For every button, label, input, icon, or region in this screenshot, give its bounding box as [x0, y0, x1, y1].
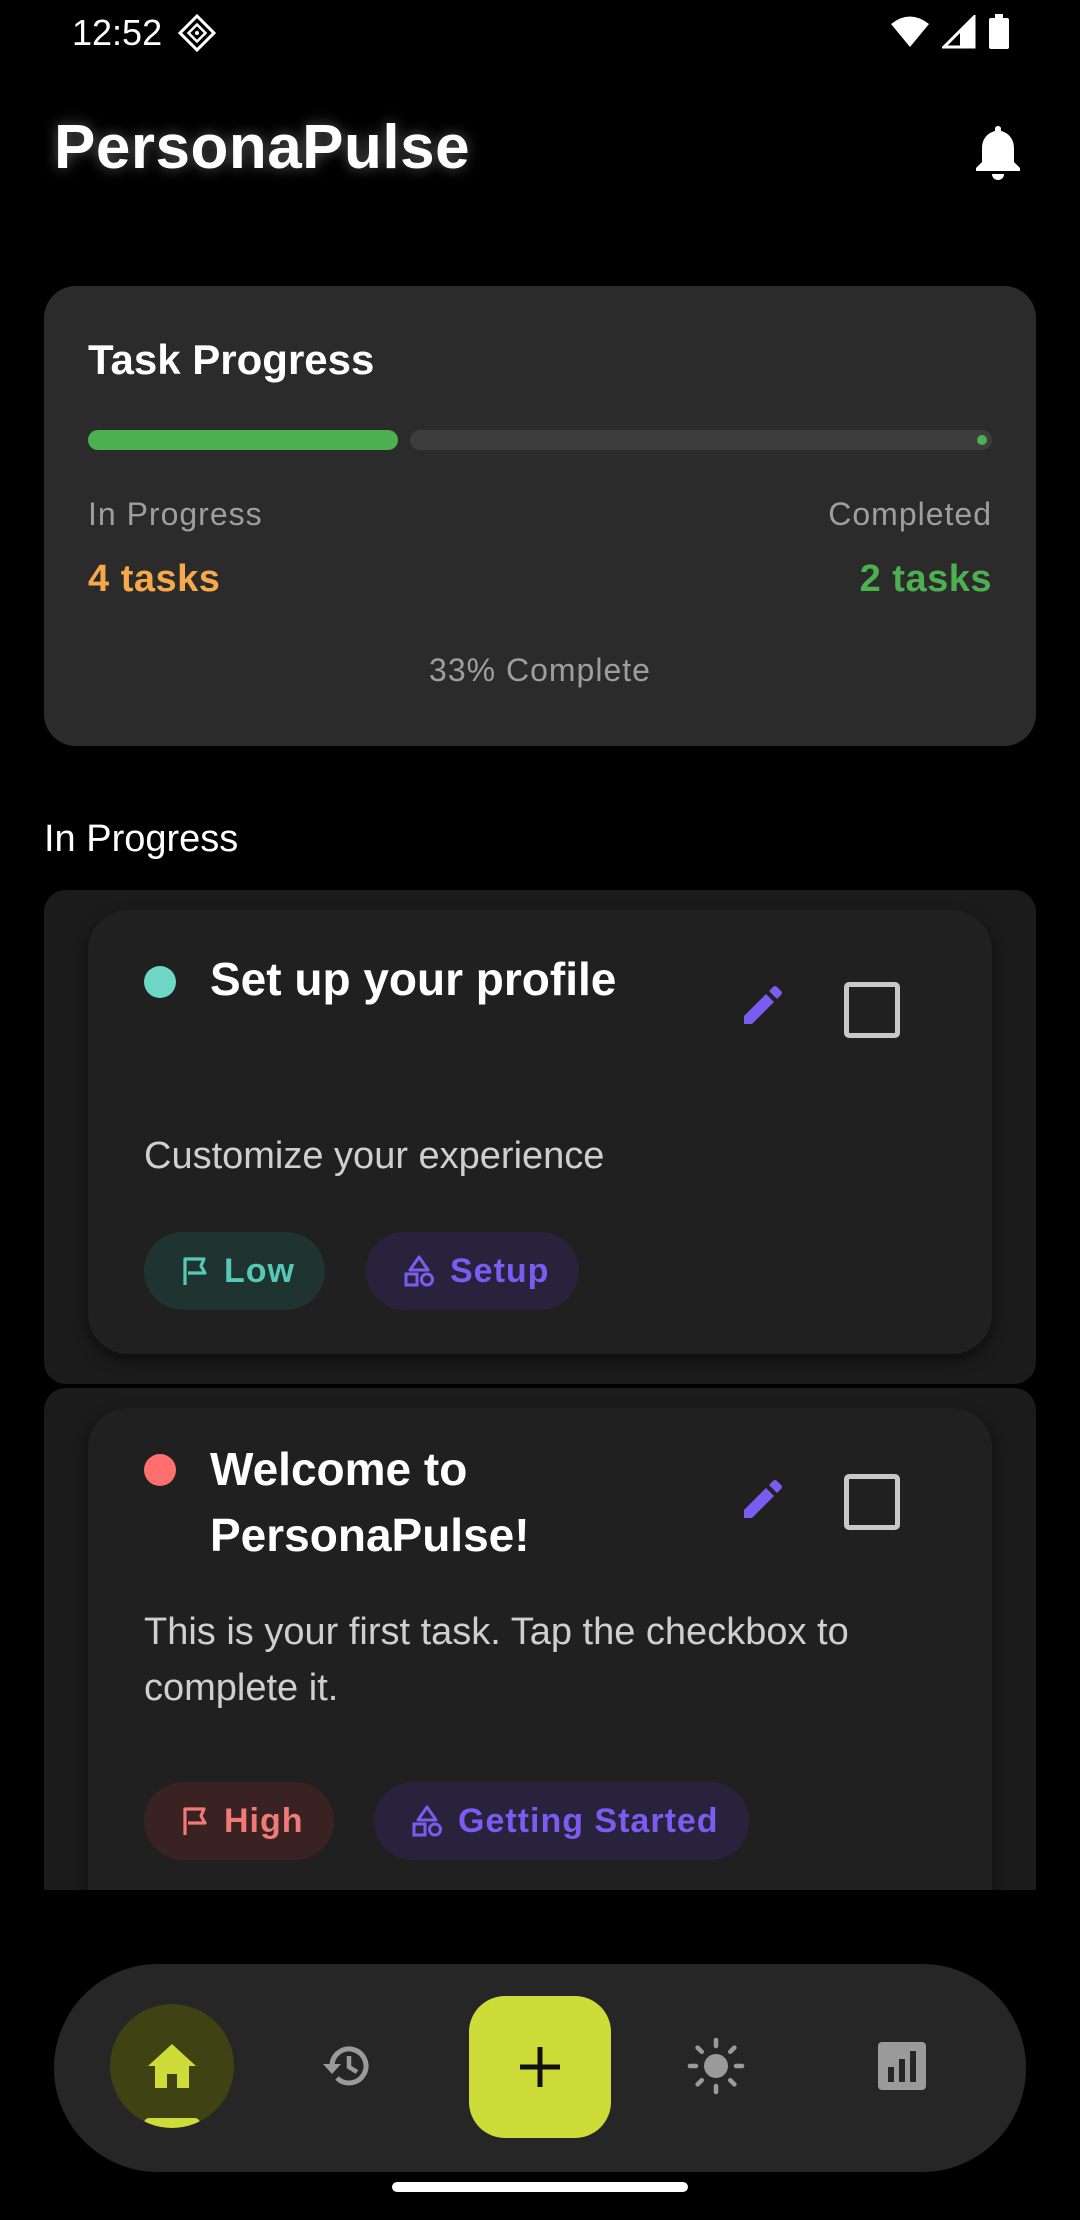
- task-description: Customize your experience: [144, 1135, 605, 1177]
- category-chip: Getting Started: [374, 1782, 749, 1860]
- priority-chip: Low: [144, 1232, 325, 1310]
- in-progress-label: In Progress: [88, 496, 263, 532]
- bottom-navigation: [54, 1964, 1026, 2172]
- priority-chip: High: [144, 1782, 334, 1860]
- nav-stats-button[interactable]: [840, 2004, 964, 2128]
- section-heading-in-progress: In Progress: [44, 818, 239, 860]
- task-card[interactable]: Set up your profile Customize your exper…: [88, 910, 992, 1354]
- task-description-line: This is your first task. Tap the checkbo…: [144, 1611, 849, 1653]
- signal-icon: [942, 15, 976, 49]
- history-icon: [323, 2046, 369, 2086]
- task-description: This is your first task. Tap the checkbo…: [144, 1604, 934, 1716]
- app-notification-icon: [178, 14, 216, 52]
- progress-end-dot: [977, 435, 987, 445]
- home-icon: [148, 2044, 196, 2088]
- progress-bar-track: [410, 430, 992, 450]
- active-indicator: [144, 2118, 200, 2128]
- task-title-line: Welcome to: [210, 1443, 468, 1495]
- edit-icon[interactable]: [738, 982, 786, 1030]
- progress-card-title: Task Progress: [88, 336, 375, 383]
- task-title: Set up your profile: [210, 953, 617, 1005]
- completed-count: 2 tasks: [859, 558, 992, 600]
- priority-label: High: [224, 1801, 304, 1840]
- app-title: PersonaPulse: [54, 113, 471, 182]
- category-shapes-icon: [412, 1805, 442, 1837]
- task-status-dot: [144, 966, 176, 998]
- flag-icon: [183, 1257, 207, 1285]
- category-label: Setup: [450, 1251, 550, 1290]
- task-list: Set up your profile Customize your exper…: [44, 890, 1036, 1890]
- task-progress-card: Task Progress In Progress Completed 4 ta…: [44, 286, 1036, 746]
- progress-bar: [88, 430, 992, 450]
- task-description-line: complete it.: [144, 1667, 339, 1709]
- nav-history-button[interactable]: [284, 2004, 408, 2128]
- progress-bar-fill: [88, 430, 398, 450]
- task-item: Welcome to PersonaPulse! This is your fi…: [44, 1388, 1036, 1890]
- status-icons: [890, 14, 1010, 50]
- completed-label: Completed: [828, 496, 992, 532]
- flag-icon: [183, 1807, 207, 1835]
- status-bar: 12:52: [0, 0, 1080, 64]
- category-shapes-icon: [404, 1255, 434, 1287]
- task-title: Welcome to PersonaPulse!: [210, 1436, 530, 1568]
- task-checkbox[interactable]: [844, 1474, 900, 1530]
- task-title-line: PersonaPulse!: [210, 1509, 530, 1561]
- priority-label: Low: [224, 1251, 295, 1290]
- add-icon: [520, 2047, 560, 2087]
- app-header: PersonaPulse: [54, 112, 1026, 192]
- task-card[interactable]: Welcome to PersonaPulse! This is your fi…: [88, 1408, 992, 1890]
- category-label: Getting Started: [458, 1801, 719, 1840]
- home-gesture-indicator[interactable]: [392, 2182, 688, 2192]
- add-task-button[interactable]: [469, 1996, 611, 2138]
- in-progress-count: 4 tasks: [88, 558, 221, 600]
- task-status-dot: [144, 1454, 176, 1486]
- category-chip: Setup: [366, 1232, 580, 1310]
- status-time: 12:52: [72, 12, 163, 53]
- notifications-bell-icon[interactable]: [970, 122, 1026, 182]
- nav-theme-button[interactable]: [654, 2004, 778, 2128]
- task-checkbox[interactable]: [844, 982, 900, 1038]
- brightness-icon: [687, 2037, 745, 2095]
- edit-icon[interactable]: [738, 1476, 786, 1524]
- battery-icon: [989, 14, 1009, 49]
- nav-home-button[interactable]: [110, 2004, 234, 2128]
- stats-icon: [878, 2042, 926, 2090]
- percent-complete: 33% Complete: [429, 652, 651, 688]
- wifi-icon: [891, 16, 929, 47]
- task-item: Set up your profile Customize your exper…: [44, 890, 1036, 1384]
